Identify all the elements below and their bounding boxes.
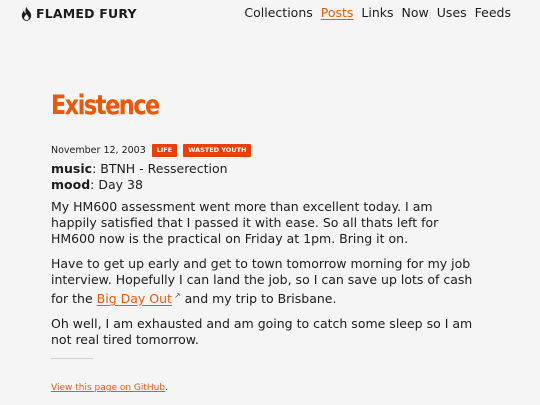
tag-life[interactable]: LIFE	[151, 143, 178, 157]
nav-collections[interactable]: Collections	[244, 5, 312, 20]
music-label: music	[51, 161, 93, 176]
nav-uses[interactable]: Uses	[437, 5, 467, 20]
divider	[51, 358, 93, 360]
post-meta: November 12, 2003 LIFE WASTED YOUTH	[51, 143, 481, 157]
page-footer: View this page on GitHub.	[51, 383, 168, 394]
external-link-icon: ↗	[173, 291, 181, 300]
site-name: FLAMED FURY	[36, 6, 137, 21]
music-line: music: BTNH - Resserection	[51, 161, 481, 177]
post-mood-block: music: BTNH - Resserection mood: Day 38	[51, 161, 481, 193]
site-logo[interactable]: FLAMED FURY	[20, 6, 137, 21]
nav-feeds[interactable]: Feeds	[475, 5, 511, 20]
mood-value: : Day 38	[90, 177, 143, 192]
post-article: Existence November 12, 2003 LIFE WASTED …	[51, 88, 481, 393]
paragraph-2: Have to get up early and get to town tom…	[51, 256, 473, 307]
nav-links[interactable]: Links	[361, 5, 393, 20]
paragraph-3: Oh well, I am exhausted and am going to …	[51, 316, 473, 348]
post-date: November 12, 2003	[51, 144, 146, 156]
main-nav: Collections Posts Links Now Uses Feeds	[236, 5, 511, 20]
mood-label: mood	[51, 177, 91, 192]
nav-now[interactable]: Now	[402, 5, 429, 20]
mood-line: mood: Day 38	[51, 177, 481, 193]
github-link[interactable]: View this page on GitHub	[51, 383, 165, 393]
post-title: Existence	[51, 90, 160, 121]
paragraph-1: My HM600 assessment went more than excel…	[51, 199, 439, 246]
nav-posts[interactable]: Posts	[321, 5, 354, 20]
music-value: : BTNH - Resserection	[92, 161, 228, 176]
big-day-out-link[interactable]: Big Day Out	[97, 291, 172, 306]
post-body: My HM600 assessment went more than excel…	[51, 199, 481, 348]
flame-icon	[21, 6, 32, 21]
tag-wasted-youth[interactable]: WASTED YOUTH	[183, 143, 252, 157]
site-header: FLAMED FURY Collections Posts Links Now …	[0, 0, 540, 28]
